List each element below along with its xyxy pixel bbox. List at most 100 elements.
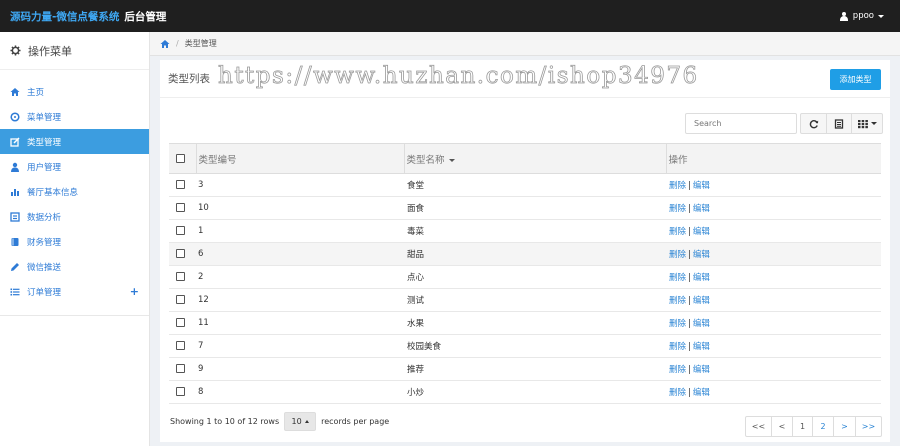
table-row: 12 测试 删除 | 编辑 [169,288,881,312]
edit-link[interactable]: 编辑 [693,296,710,306]
edit-link[interactable]: 编辑 [693,342,710,352]
action-separator: | [688,365,691,375]
sidebar-item-data-analysis[interactable]: 数据分析 [0,204,149,229]
search-input[interactable] [685,113,797,134]
edit-link[interactable]: 编辑 [693,204,710,214]
select-all-cell [169,143,196,174]
actions-cell: 删除 | 编辑 [666,196,881,220]
delete-link[interactable]: 删除 [669,204,686,214]
page-1-button[interactable]: 1 [793,417,813,436]
type-id-cell: 12 [196,288,404,312]
panel-title: 类型列表 [168,73,210,85]
delete-link[interactable]: 删除 [669,365,686,375]
grid-icon [857,119,868,128]
actions-cell: 删除 | 编辑 [666,334,881,358]
type-id-cell: 9 [196,357,404,381]
row-checkbox[interactable] [176,203,185,212]
row-checkbox[interactable] [176,364,185,373]
action-separator: | [688,388,691,398]
circle-icon [10,111,20,122]
pagination-info: Showing 1 to 10 of 12 rows 10 records pe… [170,412,389,431]
column-header-type-name[interactable]: 类型名称 [403,143,666,174]
edit-link[interactable]: 编辑 [693,273,710,283]
delete-link[interactable]: 删除 [669,181,686,191]
page-prev-button[interactable]: < [772,417,793,436]
edit-icon [10,136,20,147]
caret-up-icon [304,420,309,423]
actions-cell: 删除 | 编辑 [666,173,881,197]
sidebar-title: 操作菜单 [28,44,72,58]
edit-link[interactable]: 编辑 [693,319,710,329]
table-body: 3 食堂 删除 | 编辑 10 面食 删除 | 编辑 1 毒菜 删除 | 编辑 6 甜品 删除 | 编辑 2 点心 删除 | 编… [169,173,881,404]
columns-button[interactable] [852,114,882,133]
user-name: ppoo [852,11,874,21]
action-separator: | [688,342,691,352]
watermark-text: https://www.huzhan.com/ishop34976 [218,63,699,90]
row-checkbox[interactable] [176,272,185,281]
page-2-button[interactable]: 2 [813,417,834,436]
row-checkbox[interactable] [176,180,185,189]
row-checkbox[interactable] [176,341,185,350]
toggle-view-button[interactable] [827,114,852,133]
page-size-dropdown[interactable]: 10 [284,412,317,431]
sidebar-item-label: 财务管理 [27,237,62,248]
edit-link[interactable]: 编辑 [693,181,710,191]
row-checkbox[interactable] [176,249,185,258]
sidebar-item-type-management[interactable]: 类型管理 [0,129,149,154]
sidebar-item-menu-management[interactable]: 菜单管理 [0,104,149,129]
sidebar-divider [0,304,149,316]
brand-title[interactable]: 源码力量-微信点餐系统 [10,9,119,24]
refresh-icon [809,119,818,128]
sidebar-item-wechat-push[interactable]: 微信推送 [0,254,149,279]
delete-link[interactable]: 删除 [669,227,686,237]
sidebar-item-order-management[interactable]: 订单管理 + [0,279,149,304]
row-select-cell [169,242,196,266]
edit-link[interactable]: 编辑 [693,388,710,398]
type-id-cell: 3 [196,173,404,197]
delete-link[interactable]: 删除 [669,388,686,398]
delete-link[interactable]: 删除 [669,273,686,283]
row-checkbox[interactable] [176,226,185,235]
select-all-checkbox[interactable] [176,154,185,163]
user-menu[interactable]: ppoo [840,0,884,32]
chevron-down-icon [870,122,877,125]
type-name-cell: 毒菜 [404,219,666,243]
delete-link[interactable]: 删除 [669,319,686,329]
row-checkbox[interactable] [176,318,185,327]
row-select-cell [169,219,196,243]
action-separator: | [688,296,691,306]
actions-cell: 删除 | 编辑 [666,357,881,381]
sidebar-item-finance[interactable]: 财务管理 [0,229,149,254]
sidebar-header: 操作菜单 [0,32,149,70]
column-header-type-id[interactable]: 类型编号 [195,143,404,174]
delete-link[interactable]: 删除 [669,296,686,306]
home-icon [10,87,20,96]
page-last-button[interactable]: >> [856,417,881,436]
edit-link[interactable]: 编辑 [693,250,710,260]
type-name-cell: 校园美食 [404,334,666,358]
type-name-cell: 推荐 [404,357,666,381]
sidebar-item-user-management[interactable]: 用户管理 [0,154,149,179]
row-checkbox[interactable] [176,387,185,396]
list-alt-icon [10,211,20,222]
delete-link[interactable]: 删除 [669,250,686,260]
type-name-cell: 水果 [404,311,666,335]
expand-plus-icon[interactable]: + [130,285,139,298]
home-icon[interactable] [160,39,170,49]
sidebar-item-restaurant-info[interactable]: 餐厅基本信息 [0,179,149,204]
breadcrumb-separator: / [176,39,179,48]
table-row: 6 甜品 删除 | 编辑 [169,242,881,266]
page-first-button[interactable]: << [746,417,772,436]
add-type-button[interactable]: 添加类型 [830,69,881,90]
edit-link[interactable]: 编辑 [693,227,710,237]
row-checkbox[interactable] [176,295,185,304]
sidebar-item-home[interactable]: 主页 [0,79,149,104]
edit-link[interactable]: 编辑 [693,365,710,375]
delete-link[interactable]: 删除 [669,342,686,352]
refresh-button[interactable] [801,114,827,133]
sidebar-item-label: 订单管理 [27,287,62,298]
type-id-cell: 11 [196,311,404,335]
sidebar: 操作菜单 主页 菜单管理 类型管理 用户管理 餐厅基本信息 数据分析 财务管理 … [0,32,150,446]
type-id-cell: 8 [196,380,404,404]
page-next-button[interactable]: > [834,417,856,436]
